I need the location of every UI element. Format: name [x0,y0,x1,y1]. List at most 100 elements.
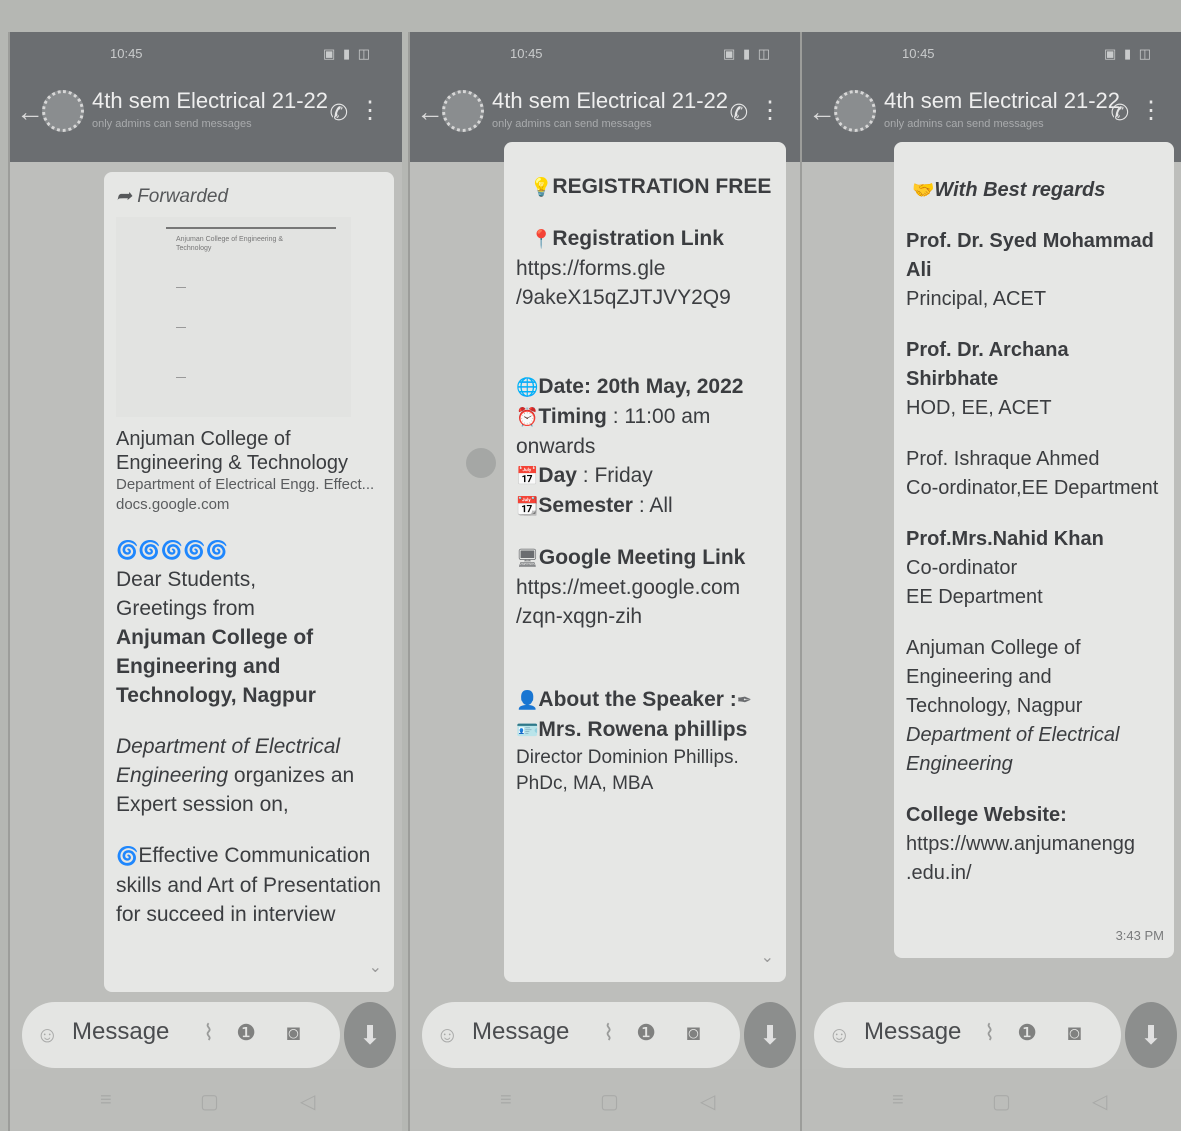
handshake-icon: 🤝 [912,180,935,200]
status-time: 10:45 [110,46,143,61]
expand-chevron-icon[interactable]: ⌄ [761,943,774,972]
payment-icon[interactable]: ❶ [1017,1020,1037,1046]
about-speaker: 👤 About the Speaker : ✒ [516,685,774,715]
message-bubble[interactable]: ➦ Forwarded Anjuman College of Engineeri… [104,172,394,992]
expand-chevron-icon[interactable]: ⌄ [369,953,382,982]
attach-icon[interactable]: ⌇ [603,1020,614,1046]
calendar-icon: 📅 [516,466,539,486]
cyclone-emoji-row: 🌀🌀🌀🌀🌀 [116,540,229,560]
attach-icon[interactable]: ⌇ [203,1020,214,1046]
group-avatar[interactable] [442,90,484,132]
link-title[interactable]: Anjuman College of Engineering & Technol… [116,427,382,475]
link-description: Department of Electrical Engg. Effect... [116,476,375,493]
back-arrow-icon[interactable]: ← [416,96,444,128]
recent-apps-icon[interactable]: ≡ [500,1089,512,1112]
registration-url[interactable]: https://forms.gle /9akeX15qZJTJVY2Q9 [516,254,774,312]
mic-button[interactable]: ⬇ [744,1002,796,1068]
link-domain: docs.google.com [116,496,230,513]
back-arrow-icon[interactable]: ← [808,96,836,128]
emoji-icon[interactable]: ☺ [36,1022,58,1048]
camera-icon[interactable]: ◙ [1068,1020,1081,1046]
phone-screen-2: 10:45 ▣ ▮ ◫ ← 4th sem Electrical 21-22 o… [408,32,802,1131]
group-title[interactable]: 4th sem Electrical 21-22 [492,88,728,114]
mic-button[interactable]: ⬇ [344,1002,396,1068]
system-icons: ▣ ▮ ◫ [323,46,372,61]
phone-screen-1: 10:45 ▣ ▮ ◫ ← 4th sem Electrical 21-22 o… [8,32,402,1131]
meet-url[interactable]: https://meet.google.com /zqn-xqgn-zih [516,573,774,631]
home-icon[interactable]: ▢ [200,1089,219,1114]
message-input[interactable]: Message [72,1018,169,1046]
screen-icon: 🖥 [516,548,539,568]
group-avatar[interactable] [42,90,84,132]
registration-link-label: 📍 Registration Link [516,224,774,254]
system-nav-bar: ≡ ▢ ◁ [802,1069,1181,1131]
nav-back-icon[interactable]: ◁ [700,1089,715,1114]
organizes-text: Department of Electrical Engineering org… [116,735,355,816]
call-icon[interactable]: ✆ [730,100,748,126]
camera-icon[interactable]: ◙ [287,1020,300,1046]
event-semester: 📆 Semester : All [516,491,774,521]
recent-apps-icon[interactable]: ≡ [100,1089,112,1112]
coordinator-name: Prof. Ishraque Ahmed [906,448,1100,470]
system-nav-bar: ≡ ▢ ◁ [10,1069,402,1131]
website-url[interactable]: https://www.anjumanengg .edu.in/ [906,830,1162,888]
attach-icon[interactable]: ⌇ [984,1020,995,1046]
principal-role: Principal, ACET [906,288,1047,310]
message-input[interactable]: Message [864,1018,961,1046]
nav-back-icon[interactable]: ◁ [300,1089,315,1114]
preview-title: Anjuman College of Engineering & Technol… [176,236,284,252]
call-icon[interactable]: ✆ [1111,100,1129,126]
pin-icon: 📍 [530,229,553,249]
payment-icon[interactable]: ❶ [236,1020,256,1046]
chat-area[interactable]: 💡 REGISTRATION FREE 📍 Registration Link … [410,142,802,1001]
regards-line: 🤝 With Best regards [906,176,1162,205]
phone-screen-3: 10:45 ▣ ▮ ◫ ← 4th sem Electrical 21-22 o… [800,32,1181,1131]
more-options-icon[interactable]: ⋮ [358,96,382,125]
message-composer[interactable]: ☺ Message ⌇ ❶ ◙ [814,1002,1121,1068]
call-icon[interactable]: ✆ [330,100,348,126]
greeting-line: Greetings from [116,597,255,620]
system-icons: ▣ ▮ ◫ [1104,46,1153,61]
speaker-role: Director Dominion Phillips. PhDc, MA, MB… [516,747,739,794]
meet-label: 🖥 Google Meeting Link [516,543,774,573]
payment-icon[interactable]: ❶ [636,1020,656,1046]
globe-icon: 🌐 [516,377,539,397]
group-title[interactable]: 4th sem Electrical 21-22 [884,88,1120,114]
coordinator2-name: Prof.Mrs.Nahid Khan [906,528,1104,550]
college-name: Anjuman College of Engineering and Techn… [906,637,1083,717]
cyclone-emoji: 🌀 [116,846,139,866]
message-composer[interactable]: ☺ Message ⌇ ❶ ◙ [422,1002,740,1068]
back-arrow-icon[interactable]: ← [16,96,44,128]
chat-area[interactable]: 🤝 With Best regards Prof. Dr. Syed Moham… [802,142,1181,1124]
message-composer[interactable]: ☺ Message ⌇ ❶ ◙ [22,1002,340,1068]
home-icon[interactable]: ▢ [600,1089,619,1114]
message-bubble[interactable]: 🤝 With Best regards Prof. Dr. Syed Moham… [894,142,1174,958]
system-icons: ▣ ▮ ◫ [723,46,772,61]
more-options-icon[interactable]: ⋮ [758,96,782,125]
hod-role: HOD, EE, ACET [906,397,1052,419]
event-timing: ⏰ Timing : 11:00 am onwards [516,405,711,458]
mic-button[interactable]: ⬇ [1125,1002,1177,1068]
status-time: 10:45 [510,46,543,61]
emoji-icon[interactable]: ☺ [828,1022,850,1048]
recent-apps-icon[interactable]: ≡ [892,1089,904,1112]
emoji-icon[interactable]: ☺ [436,1022,458,1048]
forward-share-icon[interactable] [466,448,496,478]
camera-icon[interactable]: ◙ [687,1020,700,1046]
group-subtitle: only admins can send messages [492,118,652,130]
message-input[interactable]: Message [472,1018,569,1046]
message-bubble[interactable]: 💡 REGISTRATION FREE 📍 Registration Link … [504,142,786,982]
group-subtitle: only admins can send messages [884,118,1044,130]
group-avatar[interactable] [834,90,876,132]
document-preview[interactable]: Anjuman College of Engineering & Technol… [116,217,351,417]
system-nav-bar: ≡ ▢ ◁ [410,1069,802,1131]
chat-area[interactable]: ➦ Forwarded Anjuman College of Engineeri… [10,162,402,1001]
coordinator2-role: Co-ordinator [906,557,1018,579]
group-title[interactable]: 4th sem Electrical 21-22 [92,88,328,114]
more-options-icon[interactable]: ⋮ [1139,96,1163,125]
home-icon[interactable]: ▢ [992,1089,1011,1114]
forwarded-label: ➦ Forwarded [116,186,229,207]
department-name: Department of Electrical Engineering [906,724,1120,775]
nav-back-icon[interactable]: ◁ [1092,1089,1107,1114]
forward-icon: ➦ [116,186,138,207]
